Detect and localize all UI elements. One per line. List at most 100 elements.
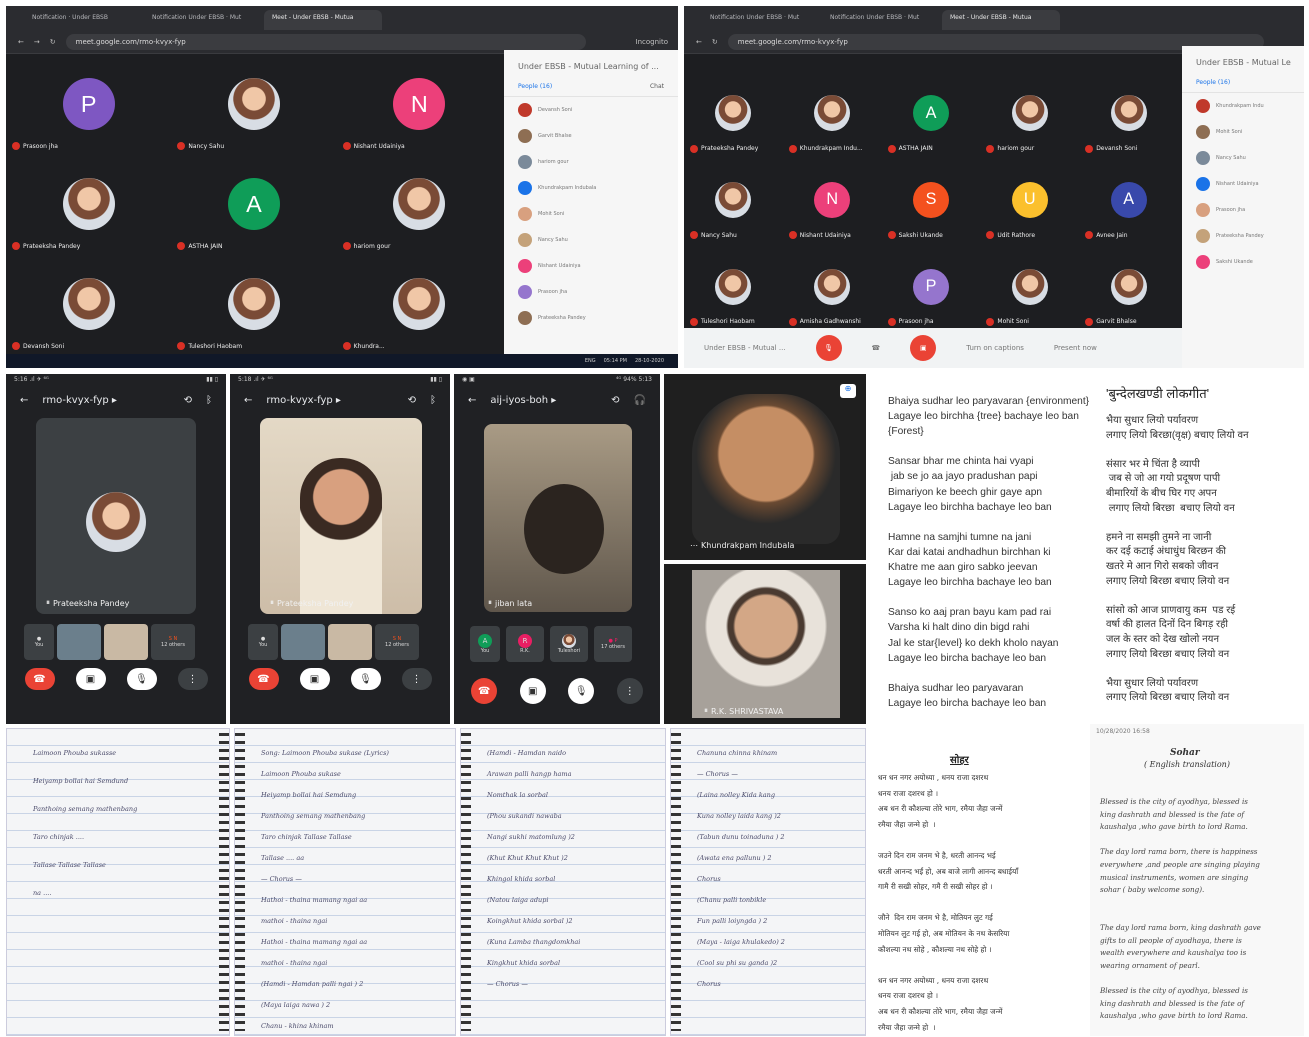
thumb-others[interactable]: S N 12 others xyxy=(375,624,419,660)
camera-off-button[interactable]: ▣ xyxy=(299,668,330,690)
browser-tab[interactable]: Notification Under EBSB · Mut xyxy=(822,10,940,30)
participant-tile[interactable]: U Udit Rathore xyxy=(980,157,1079,244)
meeting-label[interactable]: Under EBSB - Mutual ... xyxy=(704,344,786,352)
participant-tile[interactable]: Tuleshori Haobam xyxy=(171,254,336,354)
participant-tile[interactable]: Tuleshori Haobam xyxy=(684,243,783,330)
more-icon[interactable]: ⋮ xyxy=(401,668,432,690)
participant-tile[interactable]: Mohit Soni xyxy=(980,243,1079,330)
pin-icon[interactable]: ⊕ xyxy=(840,384,856,398)
browser-tab[interactable]: Meet - Under EBSB - Mutua xyxy=(264,10,382,30)
meeting-code[interactable]: rmo-kvyx-fyp ▸ xyxy=(266,395,393,406)
mic-off-button[interactable]: 🎙 xyxy=(126,668,157,690)
participant-tile[interactable]: Garvit Bhalse xyxy=(1079,243,1178,330)
browser-tab[interactable]: Meet - Under EBSB - Mutua xyxy=(942,10,1060,30)
people-list-item[interactable]: Mohit Soni xyxy=(1182,119,1304,145)
hangup-button[interactable]: ☎ xyxy=(248,668,279,690)
bluetooth-icon[interactable]: ᛒ xyxy=(430,395,436,406)
camera-off-button[interactable]: ▣ xyxy=(910,335,937,361)
people-list-item[interactable]: Mohit Soni xyxy=(504,201,678,227)
thumb[interactable] xyxy=(281,624,325,660)
participant-tile[interactable]: Nancy Sahu xyxy=(171,54,336,154)
people-list-item[interactable]: hariom gour xyxy=(504,149,678,175)
participant-tile[interactable]: S Sakshi Ukande xyxy=(882,157,981,244)
people-list-item[interactable]: Khundrakpam Indu xyxy=(1182,93,1304,119)
people-list-item[interactable]: Prasoon jha xyxy=(504,279,678,305)
people-list-item[interactable]: Prasoon jha xyxy=(1182,197,1304,223)
thumb-you[interactable]: ● You xyxy=(248,624,278,660)
people-list-item[interactable]: Nishant Udainiya xyxy=(1182,171,1304,197)
participant-tile[interactable]: P Prasoon jha xyxy=(882,243,981,330)
forward-icon[interactable]: → xyxy=(34,38,40,46)
people-list-item[interactable]: Nancy Sahu xyxy=(1182,145,1304,171)
captions-button[interactable]: Turn on captions xyxy=(966,344,1024,352)
thumb[interactable] xyxy=(57,624,101,660)
switch-camera-icon[interactable]: ⟲ xyxy=(184,395,192,406)
participant-tile[interactable]: Devansh Soni xyxy=(6,254,171,354)
back-icon[interactable]: ← xyxy=(244,395,252,406)
url-field[interactable]: meet.google.com/rmo-kvyx-fyp xyxy=(65,34,586,50)
participant-tile[interactable]: A Avnee Jain xyxy=(1079,157,1178,244)
meeting-code[interactable]: rmo-kvyx-fyp ▸ xyxy=(42,395,169,406)
people-list-item[interactable]: Nishant Udainiya xyxy=(504,253,678,279)
people-list-item[interactable]: Prateeksha Pandey xyxy=(504,305,678,331)
camera-off-button[interactable]: ▣ xyxy=(519,678,546,704)
back-icon[interactable]: ← xyxy=(18,38,24,46)
chat-tab[interactable]: Chat xyxy=(650,83,664,90)
people-list-item[interactable]: Devansh Soni xyxy=(504,97,678,123)
participant-tile[interactable]: Nancy Sahu xyxy=(684,157,783,244)
mic-off-button[interactable]: 🎙 xyxy=(815,335,842,361)
thumb-tuleshori[interactable]: Tuleshori xyxy=(550,626,588,662)
hangup-button[interactable]: ☎ xyxy=(24,668,55,690)
participant-tile[interactable]: Prateeksha Pandey xyxy=(6,154,171,254)
more-icon[interactable]: ⋮ xyxy=(616,678,643,704)
people-tab[interactable]: People (16) xyxy=(1196,79,1230,86)
reload-icon[interactable]: ↻ xyxy=(712,38,718,46)
participant-tile[interactable]: P Prasoon jha xyxy=(6,54,171,154)
people-list-item[interactable]: Garvit Bhalse xyxy=(504,123,678,149)
back-icon[interactable]: ← xyxy=(696,38,702,46)
headphones-icon[interactable]: 🎧 xyxy=(634,395,646,406)
people-list-item[interactable]: Sakshi Ukande xyxy=(1182,249,1304,275)
bluetooth-icon[interactable]: ᛒ xyxy=(206,395,212,406)
participant-tile[interactable]: Khundrakpam Indu... xyxy=(783,70,882,157)
participant-tile[interactable]: A ASTHA JAIN xyxy=(171,154,336,254)
participant-tile[interactable]: N Nishant Udainiya xyxy=(783,157,882,244)
reload-icon[interactable]: ↻ xyxy=(50,38,56,46)
thumb[interactable] xyxy=(104,624,148,660)
switch-camera-icon[interactable]: ⟲ xyxy=(408,395,416,406)
browser-tab[interactable]: Notification Under EBSB · Mut xyxy=(702,10,820,30)
browser-tab[interactable]: Notification · Under EBSB xyxy=(24,10,142,30)
switch-camera-icon[interactable]: ⟲ xyxy=(611,395,619,406)
back-icon[interactable]: ← xyxy=(468,395,476,406)
participant-tile[interactable]: Devansh Soni xyxy=(1079,70,1178,157)
participant-tile[interactable]: hariom gour xyxy=(980,70,1079,157)
participant-name: Prateeksha Pandey xyxy=(12,242,80,250)
thumb-others[interactable]: ● P 17 others xyxy=(594,626,632,662)
people-tab[interactable]: People (16) xyxy=(518,83,552,90)
participant-tile[interactable]: N Nishant Udainiya xyxy=(337,54,502,154)
thumb-you[interactable]: ● You xyxy=(24,624,54,660)
hangup-button[interactable]: ☎ xyxy=(872,344,881,352)
participant-tile[interactable]: Khundra... xyxy=(337,254,502,354)
camera-off-button[interactable]: ▣ xyxy=(75,668,106,690)
meeting-code[interactable]: aij-iyos-boh ▸ xyxy=(490,395,597,406)
thumb-rk[interactable]: R R.K. xyxy=(506,626,544,662)
mic-off-button[interactable]: 🎙 xyxy=(568,678,595,704)
people-list-item[interactable]: Prateeksha Pandey xyxy=(1182,223,1304,249)
incognito-label[interactable]: Incognito xyxy=(636,38,668,46)
present-button[interactable]: Present now xyxy=(1054,344,1097,352)
people-list-item[interactable]: Khundrakpam Indubala xyxy=(504,175,678,201)
participant-tile[interactable]: Amisha Gadhwanshi xyxy=(783,243,882,330)
participant-tile[interactable]: hariom gour xyxy=(337,154,502,254)
participant-tile[interactable]: A ASTHA JAIN xyxy=(882,70,981,157)
hangup-button[interactable]: ☎ xyxy=(471,678,498,704)
thumb[interactable] xyxy=(328,624,372,660)
participant-tile[interactable]: Prateeksha Pandey xyxy=(684,70,783,157)
more-icon[interactable]: ⋮ xyxy=(177,668,208,690)
thumb-you[interactable]: A You xyxy=(470,626,500,662)
people-list-item[interactable]: Nancy Sahu xyxy=(504,227,678,253)
back-icon[interactable]: ← xyxy=(20,395,28,406)
thumb-others[interactable]: S N 12 others xyxy=(151,624,195,660)
browser-tab[interactable]: Notification Under EBSB · Mut xyxy=(144,10,262,30)
mic-off-button[interactable]: 🎙 xyxy=(350,668,381,690)
